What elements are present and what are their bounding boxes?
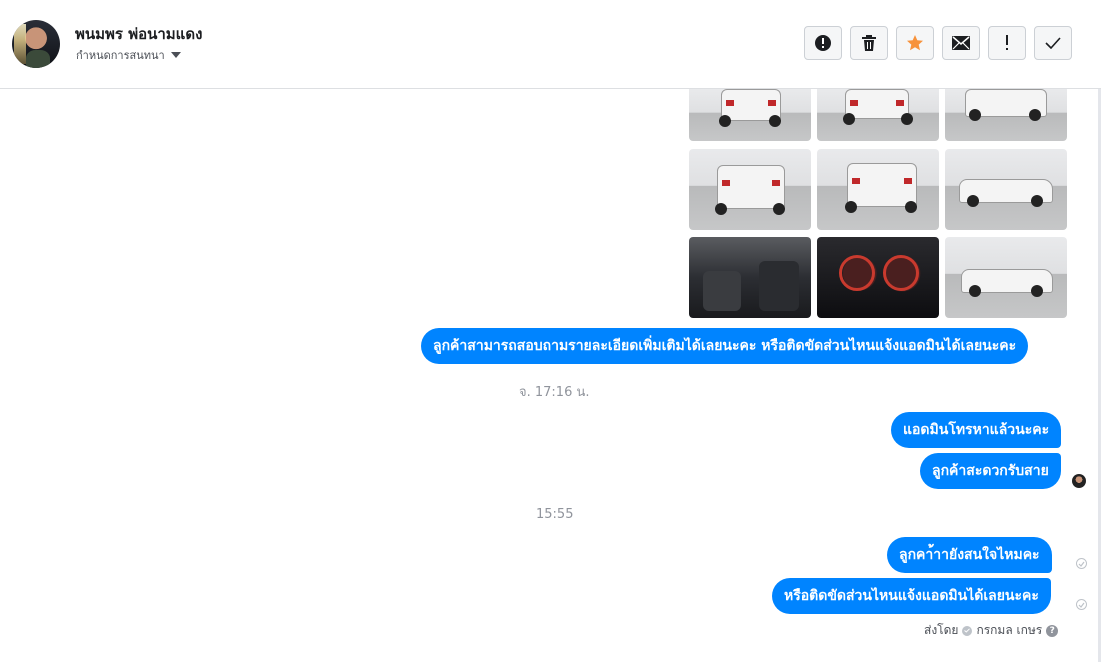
outgoing-message[interactable]: แอดมินโทรหาแล้วนะคะ [891, 412, 1062, 448]
star-button[interactable] [896, 26, 934, 60]
delivered-check-icon [1076, 599, 1087, 610]
sent-by-info: ส่งโดย กรกมล เกษร ? [924, 621, 1059, 640]
mark-unread-button[interactable] [942, 26, 980, 60]
mark-done-button[interactable] [1034, 26, 1072, 60]
outgoing-message[interactable]: หรือติดขัดส่วนไหนแจ้งแอดมินได้เลยนะคะ [772, 578, 1051, 614]
conversation-label-dropdown[interactable]: กำหนดการสนทนา [76, 46, 181, 64]
read-receipt-avatar [1072, 474, 1086, 488]
outgoing-message[interactable]: ลูกค้าสามารถสอบถามรายละเอียดเพิ่มเติมได้… [421, 328, 1029, 364]
sender-name[interactable]: กรกมล เกษร [976, 621, 1042, 640]
interior-photo[interactable] [689, 237, 811, 318]
alert-circle-icon [815, 35, 831, 51]
delete-button[interactable] [850, 26, 888, 60]
delivered-check-icon [1076, 558, 1087, 569]
check-icon [1045, 37, 1061, 49]
follow-up-button[interactable] [988, 26, 1026, 60]
exclamation-icon [1006, 35, 1008, 50]
outgoing-message[interactable]: ลูกคา้าายังสนใจไหมคะ [887, 537, 1052, 573]
truck-photo[interactable] [945, 149, 1067, 230]
header-actions [804, 26, 1072, 60]
envelope-icon [952, 36, 970, 50]
help-icon[interactable]: ? [1046, 624, 1059, 637]
sent-by-label: ส่งโดย [924, 623, 959, 637]
sender-check-icon [962, 625, 973, 636]
contact-name[interactable]: พนมพร พ่อนามแดง [75, 22, 202, 46]
chevron-down-icon [170, 52, 181, 58]
timestamp: จ. 17:16 น. [519, 385, 590, 400]
truck-photo[interactable] [689, 149, 811, 230]
outgoing-message[interactable]: ลูกค้าสะดวกรับสาย [920, 453, 1061, 489]
report-spam-button[interactable] [804, 26, 842, 60]
trash-icon [862, 35, 876, 51]
truck-photo[interactable] [945, 89, 1067, 141]
timestamp: 15:55 [536, 507, 574, 522]
truck-photo[interactable] [689, 89, 811, 141]
truck-photo[interactable] [817, 89, 939, 141]
truck-photo[interactable] [817, 149, 939, 230]
conversation-label-text: กำหนดการสนทนา [76, 49, 165, 62]
star-icon [907, 35, 923, 51]
conversation-header: พนมพร พ่อนามแดง กำหนดการสนทนา [0, 0, 1101, 89]
dashboard-photo[interactable] [817, 237, 939, 318]
contact-avatar[interactable] [12, 20, 60, 68]
truck-photo[interactable] [945, 237, 1067, 318]
